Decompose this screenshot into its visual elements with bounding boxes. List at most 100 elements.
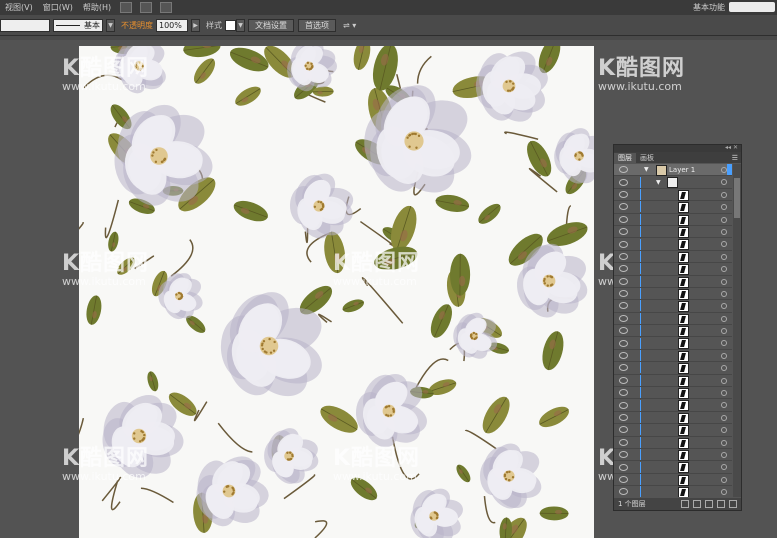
- rocket-icon[interactable]: [160, 2, 173, 13]
- visibility-eye-icon[interactable]: [619, 252, 628, 260]
- arrange-documents-icon[interactable]: [140, 2, 153, 13]
- locate-object-icon[interactable]: [681, 500, 689, 508]
- path-row[interactable]: [614, 325, 732, 338]
- target-circle-icon[interactable]: [721, 228, 727, 235]
- panel-collapse-icon[interactable]: ◂◂ ✕: [725, 144, 738, 151]
- target-circle-icon[interactable]: [721, 414, 727, 421]
- visibility-eye-icon[interactable]: [619, 364, 628, 372]
- tab-artboards[interactable]: 画板: [636, 153, 658, 163]
- path-row[interactable]: [614, 350, 732, 363]
- target-circle-icon[interactable]: [721, 179, 727, 186]
- delete-layer-icon[interactable]: [729, 500, 737, 508]
- opacity-label[interactable]: 不透明度: [121, 20, 153, 31]
- path-row[interactable]: [614, 275, 732, 288]
- target-circle-icon[interactable]: [721, 377, 727, 384]
- target-circle-icon[interactable]: [721, 303, 727, 310]
- path-row[interactable]: [614, 226, 732, 239]
- visibility-eye-icon[interactable]: [619, 203, 628, 211]
- target-circle-icon[interactable]: [721, 402, 727, 409]
- visibility-eye-icon[interactable]: [619, 438, 628, 446]
- style-swatch[interactable]: [225, 19, 236, 31]
- opacity-input[interactable]: 100%: [156, 18, 188, 32]
- target-circle-icon[interactable]: [721, 340, 727, 347]
- target-circle-icon[interactable]: [721, 451, 727, 458]
- target-circle-icon[interactable]: [721, 204, 727, 211]
- brush-definition-select[interactable]: 基本: [53, 18, 103, 32]
- visibility-eye-icon[interactable]: [619, 327, 628, 335]
- path-row[interactable]: [614, 449, 732, 462]
- target-circle-icon[interactable]: [721, 253, 727, 260]
- visibility-eye-icon[interactable]: [619, 215, 628, 223]
- preferences-button[interactable]: 首选项: [298, 18, 336, 32]
- layer-name[interactable]: Layer 1: [669, 166, 695, 174]
- new-sublayer-icon[interactable]: [705, 500, 713, 508]
- visibility-eye-icon[interactable]: [619, 475, 628, 483]
- clipping-mask-icon[interactable]: [693, 500, 701, 508]
- visibility-eye-icon[interactable]: [619, 166, 628, 174]
- target-circle-icon[interactable]: [721, 489, 727, 496]
- scrollbar-thumb[interactable]: [734, 178, 740, 218]
- artboard-canvas[interactable]: [79, 46, 594, 538]
- target-circle-icon[interactable]: [721, 390, 727, 397]
- target-circle-icon[interactable]: [721, 315, 727, 322]
- workspace-switcher[interactable]: 基本功能: [693, 2, 725, 13]
- visibility-eye-icon[interactable]: [619, 463, 628, 471]
- target-circle-icon[interactable]: [721, 241, 727, 248]
- group-row[interactable]: ▼: [614, 176, 732, 189]
- visibility-eye-icon[interactable]: [619, 228, 628, 236]
- path-row[interactable]: [614, 188, 732, 202]
- arrange-icon[interactable]: ⇌ ▾: [343, 21, 356, 30]
- path-row[interactable]: [614, 250, 732, 264]
- visibility-eye-icon[interactable]: [619, 190, 628, 198]
- search-input[interactable]: [729, 2, 775, 12]
- target-circle-icon[interactable]: [721, 290, 727, 297]
- menu-window[interactable]: 窗口(W): [38, 2, 78, 13]
- visibility-eye-icon[interactable]: [619, 290, 628, 298]
- visibility-eye-icon[interactable]: [619, 488, 628, 496]
- visibility-eye-icon[interactable]: [619, 376, 628, 384]
- document-setup-button[interactable]: 文档设置: [248, 18, 294, 32]
- panel-menu-icon[interactable]: ☰: [732, 154, 738, 162]
- scrollbar[interactable]: [733, 164, 741, 497]
- visibility-eye-icon[interactable]: [619, 426, 628, 434]
- target-circle-icon[interactable]: [721, 464, 727, 471]
- visibility-eye-icon[interactable]: [619, 314, 628, 322]
- target-circle-icon[interactable]: [721, 191, 727, 198]
- path-row[interactable]: [614, 201, 732, 214]
- target-circle-icon[interactable]: [721, 365, 727, 372]
- opacity-dropdown-icon[interactable]: ▶: [191, 18, 200, 32]
- visibility-eye-icon[interactable]: [619, 178, 628, 186]
- path-row[interactable]: [614, 300, 732, 313]
- visibility-eye-icon[interactable]: [619, 401, 628, 409]
- visibility-eye-icon[interactable]: [619, 302, 628, 310]
- path-row[interactable]: [614, 362, 732, 375]
- menu-help[interactable]: 帮助(H): [78, 2, 116, 13]
- path-row[interactable]: [614, 486, 732, 497]
- visibility-eye-icon[interactable]: [619, 414, 628, 421]
- path-row[interactable]: [614, 263, 732, 276]
- target-circle-icon[interactable]: [721, 278, 727, 285]
- visibility-eye-icon[interactable]: [619, 352, 628, 360]
- path-row[interactable]: [614, 238, 732, 251]
- bridge-icon[interactable]: [120, 2, 133, 13]
- path-row[interactable]: [614, 473, 732, 487]
- target-circle-icon[interactable]: [721, 266, 727, 273]
- path-row[interactable]: [614, 399, 732, 412]
- path-row[interactable]: [614, 374, 732, 388]
- chevron-down-icon[interactable]: ▼: [106, 18, 115, 32]
- path-row[interactable]: [614, 288, 732, 301]
- visibility-eye-icon[interactable]: [619, 277, 628, 285]
- visibility-eye-icon[interactable]: [619, 265, 628, 273]
- expand-triangle-icon[interactable]: ▼: [644, 166, 649, 173]
- tab-layers[interactable]: 图层: [614, 152, 636, 163]
- path-row[interactable]: [614, 436, 732, 449]
- target-circle-icon[interactable]: [721, 352, 727, 359]
- layer-row[interactable]: ▼ Layer 1: [614, 164, 732, 177]
- target-circle-icon[interactable]: [721, 476, 727, 483]
- target-circle-icon[interactable]: [721, 328, 727, 335]
- target-circle-icon[interactable]: [721, 216, 727, 223]
- path-row[interactable]: [614, 213, 732, 226]
- path-row[interactable]: [614, 312, 732, 326]
- panel-header[interactable]: ◂◂ ✕: [614, 144, 741, 152]
- path-row[interactable]: [614, 337, 732, 350]
